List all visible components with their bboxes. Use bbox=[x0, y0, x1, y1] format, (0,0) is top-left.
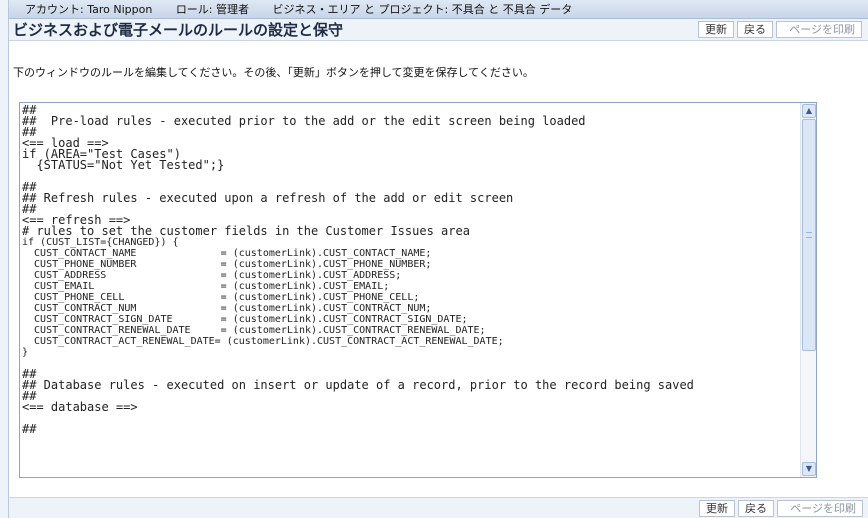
code-line[interactable]: ## Database rules - executed on insert o… bbox=[22, 379, 800, 391]
code-line[interactable]: CUST_PHONE_NUMBER = (customerLink).CUST_… bbox=[22, 259, 800, 270]
code-line[interactable]: ## bbox=[22, 423, 800, 435]
code-line[interactable]: CUST_CONTACT_NAME = (customerLink).CUST_… bbox=[22, 248, 800, 259]
code-line[interactable]: CUST_CONTRACT_SIGN_DATE = (customerLink)… bbox=[22, 314, 800, 325]
bottom-print-page-button[interactable]: ページを印刷 bbox=[777, 500, 863, 517]
print-page-button[interactable]: ページを印刷 bbox=[776, 21, 862, 38]
code-line[interactable]: CUST_EMAIL = (customerLink).CUST_EMAIL; bbox=[22, 281, 800, 292]
business-area-label: ビジネス・エリア と プロジェクト: 不具合 と 不具合 データ bbox=[272, 3, 573, 16]
account-label: アカウント: Taro Nippon bbox=[25, 3, 153, 16]
code-line[interactable]: } bbox=[22, 347, 800, 358]
rules-textarea[interactable]: ## ## Pre-load rules - executed prior to … bbox=[22, 105, 800, 477]
bottom-button-group: 更新 戻る ページを印刷 bbox=[699, 500, 863, 517]
scrollbar-thumb[interactable] bbox=[802, 119, 816, 351]
code-line[interactable] bbox=[22, 413, 800, 424]
main-frame: アカウント: Taro Nippon ロール: 管理者 ビジネス・エリア と プ… bbox=[8, 0, 868, 518]
top-button-group: 更新 戻る ページを印刷 bbox=[698, 21, 862, 38]
code-line[interactable]: CUST_PHONE_CELL = (customerLink).CUST_PH… bbox=[22, 292, 800, 303]
code-line[interactable]: ## bbox=[22, 126, 800, 138]
scroll-up-arrow-icon[interactable]: ▲ bbox=[802, 104, 816, 118]
bottom-bar: 更新 戻る ページを印刷 bbox=[9, 497, 868, 518]
instruction-text: 下のウィンドウのルールを編集してください。その後、「更新」ボタンを押して変更を保… bbox=[13, 66, 534, 79]
code-line[interactable]: {STATUS="Not Yet Tested";} bbox=[22, 159, 800, 171]
scrollbar-grip-icon bbox=[806, 232, 812, 238]
editor-scrollbar[interactable]: ▲ ▼ bbox=[800, 103, 816, 477]
code-line[interactable]: CUST_CONTRACT_ACT_RENEWAL_DATE= (custome… bbox=[22, 336, 800, 347]
code-line[interactable]: ## Pre-load rules - executed prior to th… bbox=[22, 115, 800, 127]
code-line[interactable] bbox=[22, 171, 800, 182]
code-line[interactable]: ## bbox=[22, 390, 800, 402]
scroll-down-arrow-icon[interactable]: ▼ bbox=[802, 462, 816, 476]
role-label: ロール: 管理者 bbox=[175, 3, 250, 16]
bottom-refresh-button[interactable]: 更新 bbox=[699, 500, 735, 517]
rules-editor[interactable]: ## ## Pre-load rules - executed prior to … bbox=[19, 102, 817, 478]
page-title: ビジネスおよび電子メールのルールの設定と保守 bbox=[13, 21, 344, 39]
refresh-button[interactable]: 更新 bbox=[698, 21, 734, 38]
title-bar: ビジネスおよび電子メールのルールの設定と保守 更新 戻る ページを印刷 bbox=[9, 19, 868, 41]
code-line[interactable] bbox=[22, 358, 800, 369]
back-button[interactable]: 戻る bbox=[737, 21, 773, 38]
code-line[interactable]: CUST_CONTRACT_RENEWAL_DATE = (customerLi… bbox=[22, 325, 800, 336]
code-line[interactable]: <== database ==> bbox=[22, 401, 800, 413]
code-line[interactable]: if (CUST_LIST={CHANGED}) { bbox=[22, 237, 800, 248]
code-line[interactable]: ## Refresh rules - executed upon a refre… bbox=[22, 192, 800, 204]
bottom-back-button[interactable]: 戻る bbox=[738, 500, 774, 517]
code-line[interactable]: CUST_ADDRESS = (customerLink).CUST_ADDRE… bbox=[22, 270, 800, 281]
code-line[interactable]: CUST_CONTRACT_NUM = (customerLink).CUST_… bbox=[22, 303, 800, 314]
user-info-bar: アカウント: Taro Nippon ロール: 管理者 ビジネス・エリア と プ… bbox=[9, 0, 868, 19]
code-line[interactable]: # rules to set the customer fields in th… bbox=[22, 225, 800, 237]
code-line[interactable]: ## bbox=[22, 203, 800, 215]
